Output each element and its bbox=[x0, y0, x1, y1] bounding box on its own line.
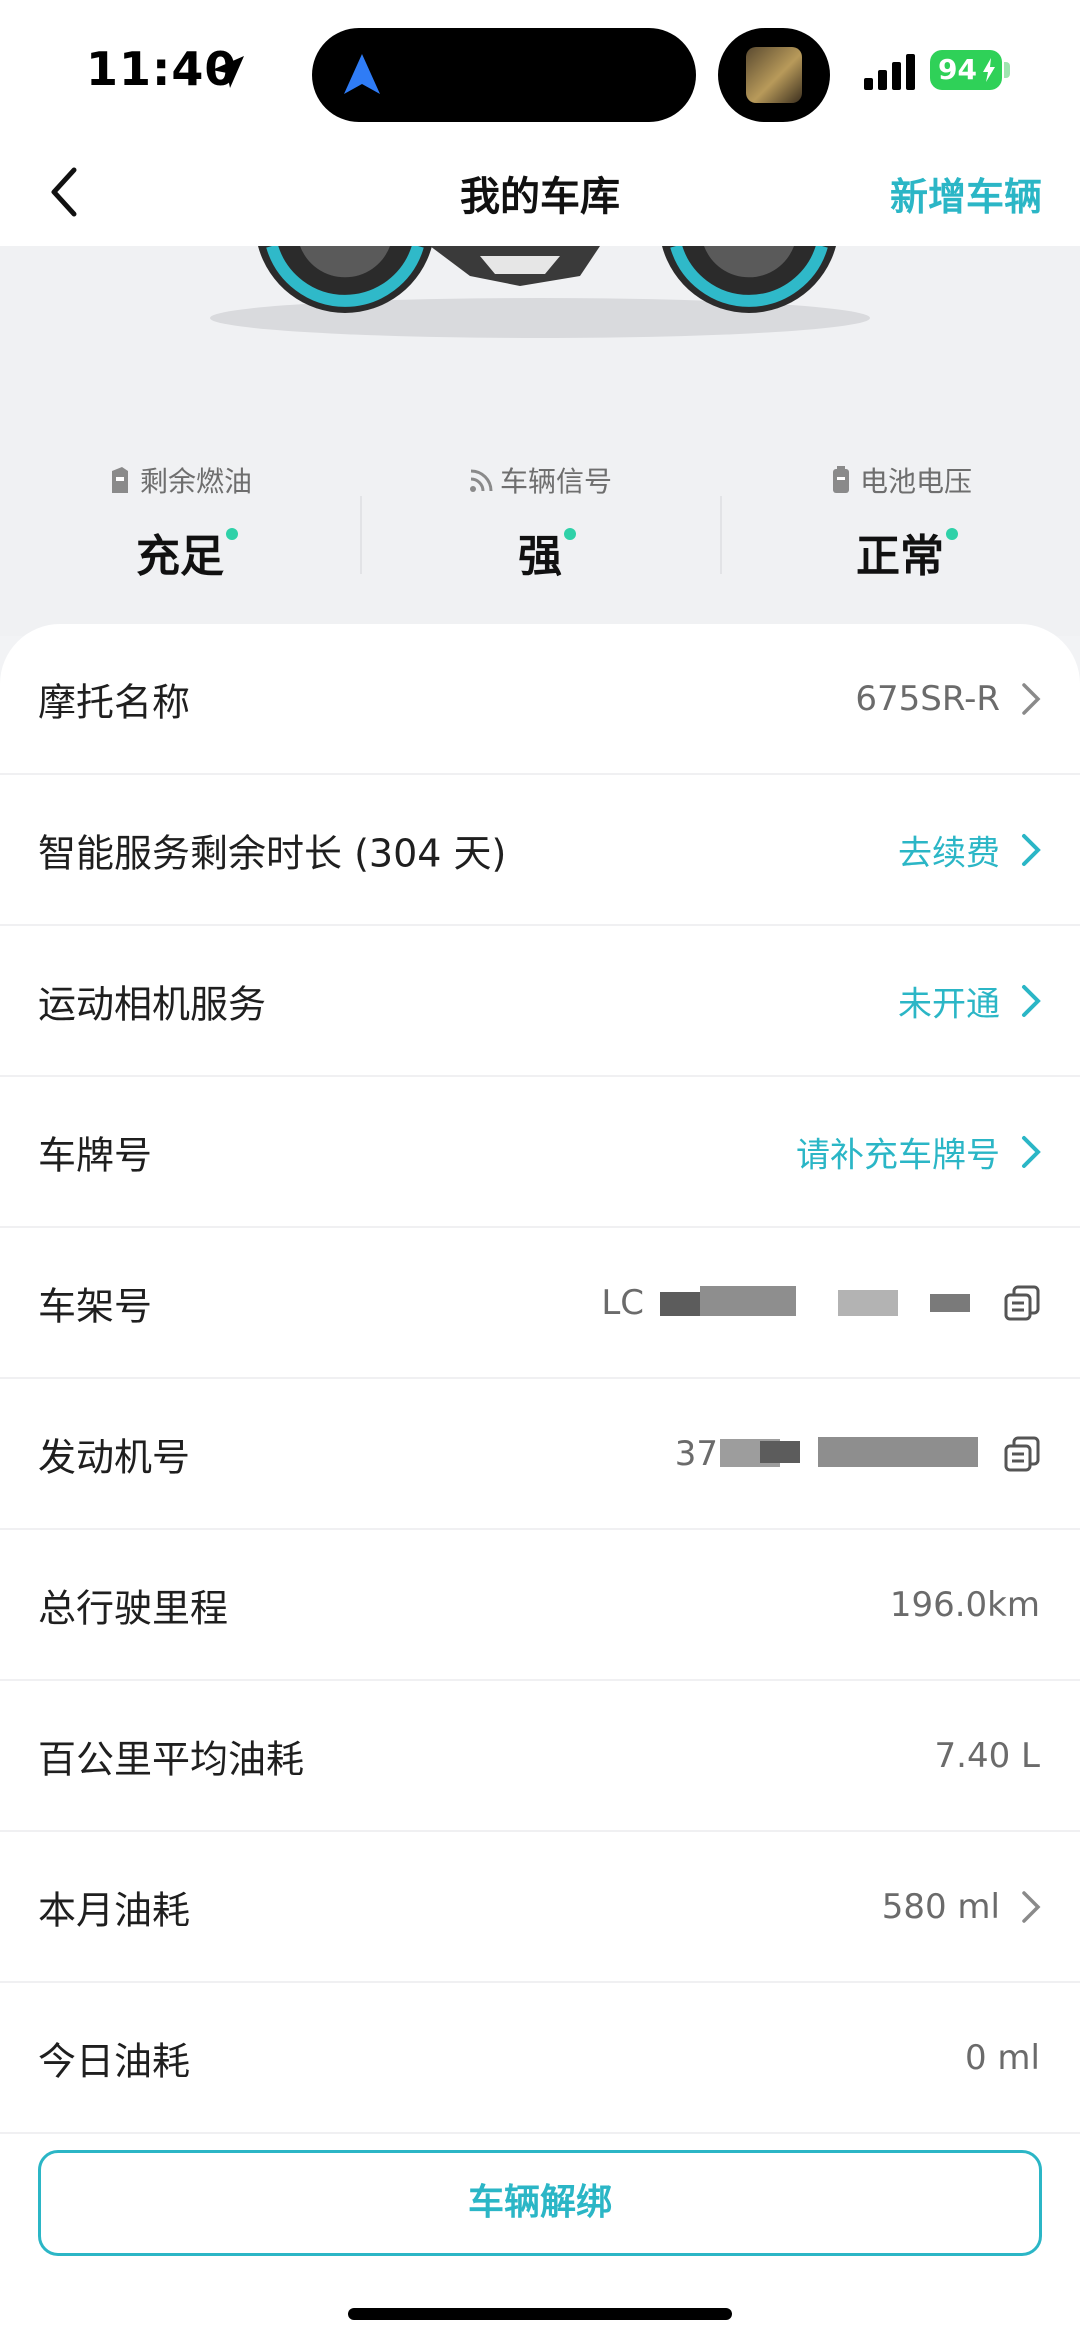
album-art bbox=[746, 47, 802, 103]
home-indicator[interactable] bbox=[348, 2308, 732, 2320]
row-camera-service[interactable]: 运动相机服务 未开通 bbox=[0, 926, 1080, 1077]
stat-battery: 电池电压 正常 bbox=[720, 460, 1080, 584]
row-value: 0 ml bbox=[964, 2037, 1040, 2078]
stat-label: 剩余燃油 bbox=[139, 465, 252, 498]
chevron-right-icon bbox=[1022, 1135, 1041, 1168]
stat-value: 强 bbox=[518, 531, 562, 582]
activate-link[interactable]: 未开通 bbox=[898, 976, 1000, 1025]
add-vehicle-button[interactable]: 新增车辆 bbox=[890, 166, 1042, 221]
redaction-mask bbox=[700, 1286, 796, 1316]
chevron-right-icon bbox=[1022, 833, 1041, 866]
row-today-fuel: 今日油耗 0 ml bbox=[0, 1983, 1080, 2134]
row-label: 本月油耗 bbox=[38, 1888, 191, 1932]
row-engine-number: 发动机号 37 bbox=[0, 1379, 1080, 1530]
signal-icon bbox=[864, 54, 915, 90]
row-value: 7.40 L bbox=[934, 1735, 1040, 1776]
row-label: 车牌号 bbox=[38, 1133, 153, 1177]
stat-label: 车辆信号 bbox=[499, 465, 612, 498]
stat-value: 充足 bbox=[136, 531, 224, 582]
battery-indicator: 94 bbox=[930, 50, 1002, 90]
stat-label: 电池电压 bbox=[859, 465, 972, 498]
stat-signal: 车辆信号 强 bbox=[360, 460, 720, 584]
row-label: 车架号 bbox=[38, 1284, 153, 1328]
nav-bar: 我的车库 新增车辆 bbox=[0, 140, 1080, 246]
motorcycle-image bbox=[210, 246, 870, 338]
battery-level: 94 bbox=[938, 53, 977, 86]
location-arrow-icon bbox=[212, 56, 244, 88]
row-label: 运动相机服务 bbox=[38, 982, 267, 1026]
status-dot bbox=[946, 528, 958, 540]
vehicle-info-card: 摩托名称 675SR-R 智能服务剩余时长 (304 天) 去续费 运动相机服务… bbox=[0, 624, 1080, 2340]
row-moto-name[interactable]: 摩托名称 675SR-R bbox=[0, 624, 1080, 775]
now-playing-island[interactable] bbox=[718, 28, 830, 122]
row-plate[interactable]: 车牌号 请补充车牌号 bbox=[0, 1077, 1080, 1228]
chevron-right-icon bbox=[1022, 984, 1041, 1017]
redaction-mask bbox=[838, 1290, 898, 1316]
row-label: 发动机号 bbox=[38, 1435, 191, 1479]
row-value: 196.0km bbox=[889, 1584, 1040, 1625]
row-frame-number: 车架号 LC bbox=[0, 1228, 1080, 1379]
battery-nub bbox=[1004, 62, 1010, 78]
redaction-mask bbox=[818, 1437, 978, 1467]
row-label: 总行驶里程 bbox=[38, 1586, 229, 1630]
renew-link[interactable]: 去续费 bbox=[898, 825, 1000, 874]
row-month-fuel[interactable]: 本月油耗 580 ml bbox=[0, 1832, 1080, 1983]
status-dot bbox=[226, 528, 238, 540]
redaction-mask bbox=[760, 1441, 800, 1463]
row-smart-service[interactable]: 智能服务剩余时长 (304 天) 去续费 bbox=[0, 775, 1080, 926]
row-label: 摩托名称 bbox=[38, 680, 191, 724]
redaction-mask bbox=[930, 1294, 970, 1312]
signal-wave-icon bbox=[469, 469, 493, 492]
unbind-vehicle-button[interactable]: 车辆解绑 bbox=[38, 2150, 1042, 2256]
status-dot bbox=[564, 528, 576, 540]
row-label: 智能服务剩余时长 (304 天) bbox=[38, 831, 507, 875]
vehicle-stats: 剩余燃油 充足 车辆信号 强 电池电压 正常 bbox=[0, 460, 1080, 600]
row-mileage: 总行驶里程 196.0km bbox=[0, 1530, 1080, 1681]
row-label: 百公里平均油耗 bbox=[38, 1737, 305, 1781]
fuel-icon bbox=[111, 467, 128, 493]
row-value: LC bbox=[601, 1282, 644, 1323]
navigation-icon bbox=[344, 54, 380, 94]
copy-icon[interactable] bbox=[1002, 1434, 1042, 1474]
row-value: 580 ml bbox=[881, 1886, 1000, 1927]
status-bar: 11:40 94 bbox=[0, 0, 1080, 140]
charging-bolt-icon bbox=[983, 58, 995, 82]
chevron-right-icon bbox=[1022, 1890, 1041, 1923]
stat-value: 正常 bbox=[856, 531, 944, 582]
chevron-right-icon bbox=[1022, 682, 1041, 715]
add-plate-link[interactable]: 请补充车牌号 bbox=[796, 1127, 1000, 1176]
copy-icon[interactable] bbox=[1002, 1283, 1042, 1323]
row-label: 今日油耗 bbox=[38, 2039, 191, 2083]
dynamic-island[interactable] bbox=[312, 28, 696, 122]
row-avg-fuel: 百公里平均油耗 7.40 L bbox=[0, 1681, 1080, 1832]
battery-icon bbox=[832, 466, 849, 493]
row-value: 675SR-R bbox=[855, 678, 1000, 719]
stat-fuel: 剩余燃油 充足 bbox=[0, 460, 360, 584]
row-value: 37 bbox=[674, 1433, 718, 1474]
